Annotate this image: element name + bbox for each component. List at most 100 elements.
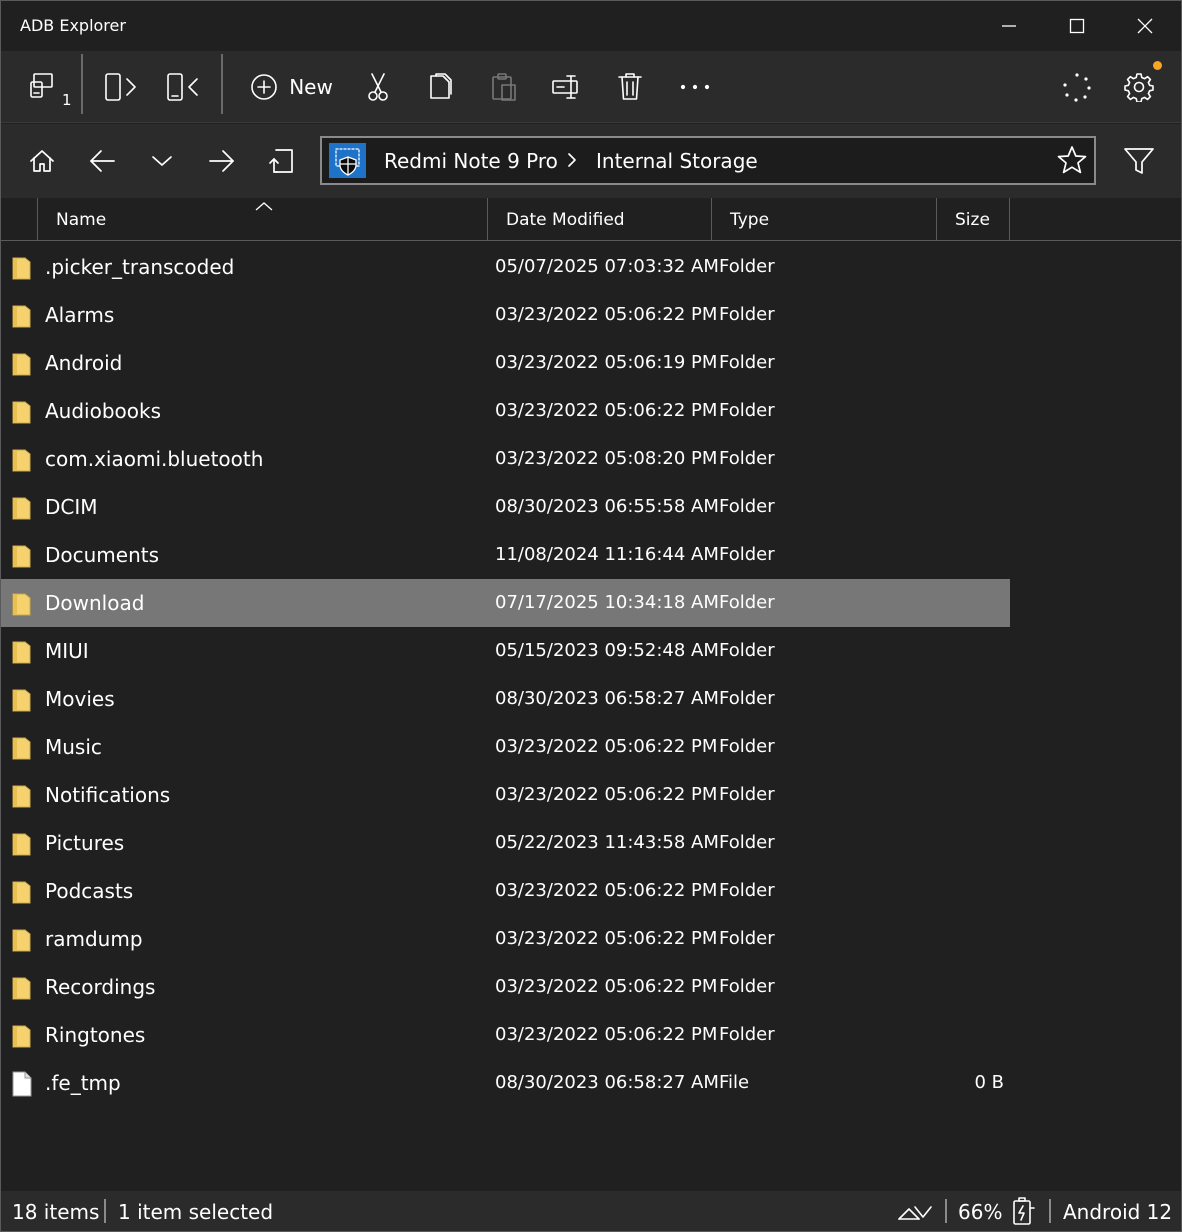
- delete-button[interactable]: [605, 51, 655, 123]
- file-row[interactable]: .picker_transcoded 05/07/2025 07:03:32 AM…: [1, 243, 1010, 291]
- file-type: Folder: [719, 976, 775, 997]
- file-type: Folder: [719, 352, 775, 373]
- push-button[interactable]: [91, 51, 151, 123]
- column-size[interactable]: Size: [937, 198, 1009, 241]
- column-name[interactable]: Name: [38, 198, 487, 241]
- file-type: Folder: [719, 544, 775, 565]
- folder-icon: [11, 687, 33, 717]
- devices-button[interactable]: 1: [15, 51, 75, 123]
- file-date: 03/23/2022 05:06:22 PM: [495, 1024, 718, 1045]
- parent-folder-icon: [269, 149, 293, 173]
- forward-button[interactable]: [192, 124, 252, 198]
- file-icon: [11, 1071, 33, 1101]
- column-type[interactable]: Type: [712, 198, 936, 241]
- selection-count: 1 item selected: [118, 1200, 274, 1224]
- devices-icon: [30, 73, 53, 98]
- file-name: Notifications: [45, 783, 171, 807]
- file-date: 05/15/2023 09:52:48 AM: [495, 640, 719, 661]
- folder-icon: [11, 447, 33, 477]
- pull-button[interactable]: [153, 51, 213, 123]
- file-row[interactable]: .fe_tmp 08/30/2023 06:58:27 AM File 0 B: [1, 1059, 1010, 1107]
- file-row[interactable]: Alarms 03/23/2022 05:06:22 PM Folder: [1, 291, 1010, 339]
- history-dropdown-button[interactable]: [132, 124, 192, 198]
- folder-icon: [11, 927, 33, 957]
- column-name-label: Name: [56, 209, 107, 230]
- folder-icon: [11, 831, 33, 861]
- minimize-button[interactable]: [975, 1, 1043, 51]
- file-row[interactable]: com.xiaomi.bluetooth 03/23/2022 05:08:20 …: [1, 435, 1010, 483]
- rename-button[interactable]: [541, 51, 593, 123]
- file-name: Download: [45, 591, 145, 615]
- forward-arrow-icon: [209, 150, 234, 172]
- home-button[interactable]: [12, 124, 72, 198]
- file-row[interactable]: Podcasts 03/23/2022 05:06:22 PM Folder: [1, 867, 1010, 915]
- file-row[interactable]: Notifications 03/23/2022 05:06:22 PM Folde…: [1, 771, 1010, 819]
- maximize-button[interactable]: [1043, 1, 1111, 51]
- cut-button[interactable]: [353, 51, 403, 123]
- folder-icon: [11, 975, 33, 1005]
- file-row[interactable]: Audiobooks 03/23/2022 05:06:22 PM Folder: [1, 387, 1010, 435]
- file-name: Music: [45, 735, 102, 759]
- folder-icon: [11, 591, 33, 621]
- file-name: DCIM: [45, 495, 98, 519]
- file-date: 03/23/2022 05:06:22 PM: [495, 400, 718, 421]
- file-name: Audiobooks: [45, 399, 162, 423]
- file-row[interactable]: MIUI 05/15/2023 09:52:48 AM Folder: [1, 627, 1010, 675]
- file-date: 03/23/2022 05:06:22 PM: [495, 736, 718, 757]
- chevron-down-icon: [152, 156, 172, 166]
- file-row[interactable]: ramdump 03/23/2022 05:06:22 PM Folder: [1, 915, 1010, 963]
- filter-button[interactable]: [1109, 124, 1169, 198]
- device-count: 1: [62, 91, 72, 109]
- up-button[interactable]: [252, 124, 312, 198]
- file-row[interactable]: Download 07/17/2025 10:34:18 AM Folder: [1, 579, 1010, 627]
- file-type: Folder: [719, 688, 775, 709]
- back-button[interactable]: [72, 124, 132, 198]
- settings-button[interactable]: [1113, 51, 1165, 123]
- toolbar-divider: [221, 54, 223, 114]
- folder-icon: [11, 351, 33, 381]
- file-name: com.xiaomi.bluetooth: [45, 447, 264, 471]
- toolbar-divider: [81, 54, 83, 114]
- column-header: Name Date Modified Type Size: [1, 198, 1181, 241]
- file-name: .picker_transcoded: [45, 255, 235, 279]
- file-type: Folder: [719, 640, 775, 661]
- file-date: 11/08/2024 11:16:44 AM: [495, 544, 719, 565]
- file-date: 03/23/2022 05:06:22 PM: [495, 304, 718, 325]
- battery-charging-icon: [1011, 1196, 1035, 1230]
- copy-button[interactable]: [416, 51, 466, 123]
- bookmark-star-icon[interactable]: [1056, 144, 1088, 180]
- paste-button[interactable]: [479, 51, 529, 123]
- pull-icon: [167, 73, 198, 101]
- column-date[interactable]: Date Modified: [488, 198, 711, 241]
- file-row[interactable]: Music 03/23/2022 05:06:22 PM Folder: [1, 723, 1010, 771]
- file-type: Folder: [719, 784, 775, 805]
- file-name: Alarms: [45, 303, 115, 327]
- file-date: 03/23/2022 05:06:19 PM: [495, 352, 718, 373]
- breadcrumb-location[interactable]: Internal Storage: [596, 149, 758, 173]
- breadcrumb-device[interactable]: Redmi Note 9 Pro: [384, 149, 558, 173]
- file-type: Folder: [719, 304, 775, 325]
- filter-icon: [1124, 148, 1154, 174]
- column-date-label: Date Modified: [506, 209, 625, 230]
- file-row[interactable]: Ringtones 03/23/2022 05:06:22 PM Folder: [1, 1011, 1010, 1059]
- folder-icon: [11, 735, 33, 765]
- back-arrow-icon: [90, 150, 115, 172]
- file-row[interactable]: Recordings 03/23/2022 05:06:22 PM Folder: [1, 963, 1010, 1011]
- new-button[interactable]: New: [241, 51, 341, 123]
- file-name: .fe_tmp: [45, 1071, 121, 1095]
- file-row[interactable]: Android 03/23/2022 05:06:19 PM Folder: [1, 339, 1010, 387]
- file-date: 08/30/2023 06:55:58 AM: [495, 496, 719, 517]
- app-window: ADB Explorer 1 New Redmi Note 9 Pro Inte…: [0, 0, 1182, 1232]
- file-row[interactable]: Movies 08/30/2023 06:58:27 AM Folder: [1, 675, 1010, 723]
- status-bar: 18 items 1 item selected 66% Android 12: [1, 1191, 1181, 1231]
- file-row[interactable]: Documents 11/08/2024 11:16:44 AM Folder: [1, 531, 1010, 579]
- connection-type-icon[interactable]: [897, 1201, 933, 1227]
- file-row[interactable]: DCIM 08/30/2023 06:55:58 AM Folder: [1, 483, 1010, 531]
- breadcrumb-separator-icon[interactable]: [565, 149, 579, 175]
- folder-icon: [11, 543, 33, 573]
- address-bar[interactable]: Redmi Note 9 Pro Internal Storage: [320, 136, 1096, 185]
- more-button[interactable]: [669, 51, 721, 123]
- sync-button[interactable]: [1051, 51, 1103, 123]
- close-button[interactable]: [1111, 1, 1179, 51]
- file-row[interactable]: Pictures 05/22/2023 11:43:58 AM Folder: [1, 819, 1010, 867]
